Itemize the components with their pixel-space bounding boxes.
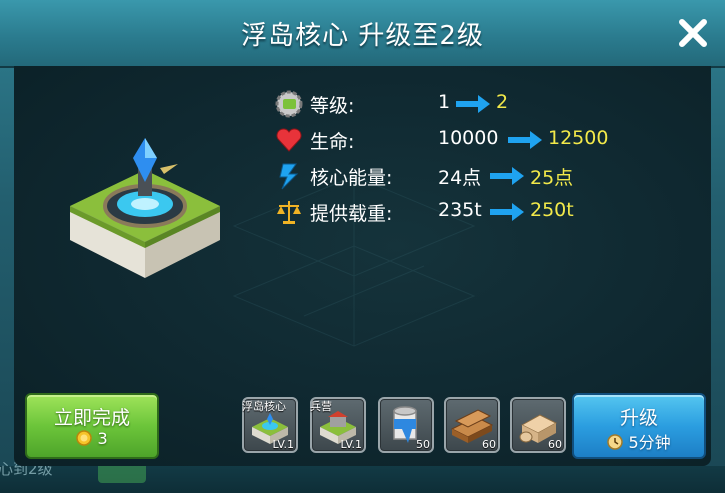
stat-current-value: 24点 xyxy=(438,167,482,189)
scale-icon xyxy=(277,201,301,224)
heart-icon xyxy=(276,128,302,152)
resource-slot-wood[interactable]: 60 xyxy=(444,397,500,453)
stat-label: 生命: xyxy=(310,131,355,153)
resource-slot-stone[interactable]: 60 xyxy=(510,397,566,453)
resource-slot-paint[interactable]: 50 xyxy=(378,397,434,453)
close-button[interactable] xyxy=(674,14,712,52)
requirement-slot-barracks[interactable]: 兵营 LV.1 xyxy=(310,397,366,453)
stat-label: 等级: xyxy=(310,95,355,117)
stat-label: 核心能量: xyxy=(310,167,393,189)
gold-coin-icon xyxy=(76,430,93,446)
stat-next-value: 12500 xyxy=(548,127,609,149)
level-gear-icon xyxy=(275,90,303,118)
requirement-level: LV.1 xyxy=(272,438,294,451)
requirement-level: LV.1 xyxy=(340,438,362,451)
resource-amount: 50 xyxy=(416,438,430,451)
dialog-title: 浮岛核心 升级至2级 xyxy=(241,21,484,51)
stat-next-value: 250t xyxy=(530,199,574,221)
instant-complete-button[interactable]: 立即完成 3 xyxy=(25,393,159,459)
stat-label: 提供载重: xyxy=(310,203,393,225)
stat-current-value: 10000 xyxy=(438,127,499,149)
instant-complete-label: 立即完成 xyxy=(53,407,130,429)
stat-current-value: 235t xyxy=(438,199,482,221)
requirement-slot-island-core[interactable]: 浮岛核心 LV.1 xyxy=(242,397,298,453)
lightning-icon xyxy=(279,163,299,190)
resource-amount: 60 xyxy=(548,438,562,451)
upgrade-time: 5分钟 xyxy=(574,429,704,453)
upgrade-label: 升级 xyxy=(619,407,658,429)
upgrade-time-value: 5分钟 xyxy=(628,433,671,452)
floating-island-core-building xyxy=(70,138,220,278)
arrow-right-icon xyxy=(490,203,524,221)
instant-complete-cost-value: 3 xyxy=(97,429,108,448)
stat-next-value: 2 xyxy=(496,91,509,113)
upgrade-button[interactable]: 升级 5分钟 xyxy=(572,393,706,459)
instant-complete-cost: 3 xyxy=(27,429,157,448)
arrow-right-icon xyxy=(508,131,542,149)
resource-amount: 60 xyxy=(482,438,496,451)
close-icon xyxy=(679,19,707,47)
stat-current-value: 1 xyxy=(438,91,451,113)
requirement-name: 浮岛核心 xyxy=(242,400,286,413)
requirement-name: 兵营 xyxy=(310,400,332,413)
stat-next-value: 25点 xyxy=(530,167,574,189)
clock-icon xyxy=(607,434,624,450)
arrow-right-icon xyxy=(456,95,490,113)
arrow-right-icon xyxy=(490,167,524,185)
